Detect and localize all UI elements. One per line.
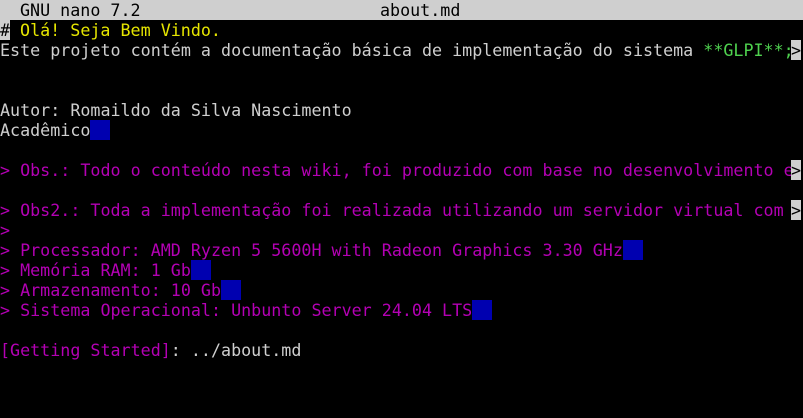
os-line[interactable]: > Sistema Operacional: Unbunto Server 24… — [0, 300, 803, 320]
empty-line[interactable] — [0, 80, 803, 100]
nano-titlebar: GNU nano 7.2 about.md — [0, 0, 803, 20]
empty-line[interactable] — [0, 180, 803, 200]
empty-line[interactable] — [0, 60, 803, 80]
editor-text-area[interactable]: # Olá! Seja Bem Vindo. Este projeto cont… — [0, 20, 803, 360]
role-line[interactable]: Acadêmico — [0, 120, 803, 140]
obs1-text: > Obs.: Todo o conteúdo nesta wiki, foi … — [0, 160, 794, 180]
heading-text: Olá! Seja Bem Vindo. — [10, 20, 221, 40]
link-target: : ../about.md — [170, 340, 302, 360]
author-line[interactable]: Autor: Romaildo da Silva Nascimento — [0, 100, 803, 120]
quote-marker: > — [0, 220, 11, 240]
cpu-text: > Processador: AMD Ryzen 5 5600H with Ra… — [0, 240, 623, 260]
cpu-line[interactable]: > Processador: AMD Ryzen 5 5600H with Ra… — [0, 240, 803, 260]
trailing-whitespace-marker — [472, 300, 493, 320]
author-text: Autor: Romaildo da Silva Nascimento — [0, 100, 352, 120]
trailing-whitespace-marker — [90, 120, 111, 140]
intro-line[interactable]: Este projeto contém a documentação básic… — [0, 40, 803, 60]
quote-empty-line[interactable]: > — [0, 220, 803, 240]
storage-line[interactable]: > Armazenamento: 10 Gb — [0, 280, 803, 300]
file-name: about.md — [380, 0, 461, 20]
obs1-line[interactable]: > Obs.: Todo o conteúdo nesta wiki, foi … — [0, 160, 803, 180]
line-overflow-indicator: > — [791, 200, 802, 220]
trailing-whitespace-marker — [190, 260, 211, 280]
heading-line[interactable]: # Olá! Seja Bem Vindo. — [0, 20, 803, 40]
obs2-text: > Obs2.: Toda a implementação foi realiz… — [0, 200, 794, 220]
text-cursor: # — [0, 20, 11, 40]
trailing-whitespace-marker — [221, 280, 242, 300]
storage-text: > Armazenamento: 10 Gb — [0, 280, 222, 300]
os-text: > Sistema Operacional: Unbunto Server 24… — [0, 300, 473, 320]
empty-line[interactable] — [0, 320, 803, 340]
ram-line[interactable]: > Memória RAM: 1 Gb — [0, 260, 803, 280]
app-version: GNU nano 7.2 — [20, 0, 141, 20]
ram-text: > Memória RAM: 1 Gb — [0, 260, 191, 280]
bold-glpi-text: **GLPI**; — [703, 40, 794, 60]
link-line[interactable]: [Getting Started]: ../about.md — [0, 340, 803, 360]
obs2-line[interactable]: > Obs2.: Toda a implementação foi realiz… — [0, 200, 803, 220]
line-overflow-indicator: > — [791, 40, 802, 60]
line-overflow-indicator: > — [791, 160, 802, 180]
intro-text: Este projeto contém a documentação básic… — [0, 40, 704, 60]
role-text: Acadêmico — [0, 120, 91, 140]
trailing-whitespace-marker — [622, 240, 643, 260]
link-label: [Getting Started] — [0, 340, 171, 360]
empty-line[interactable] — [0, 140, 803, 160]
